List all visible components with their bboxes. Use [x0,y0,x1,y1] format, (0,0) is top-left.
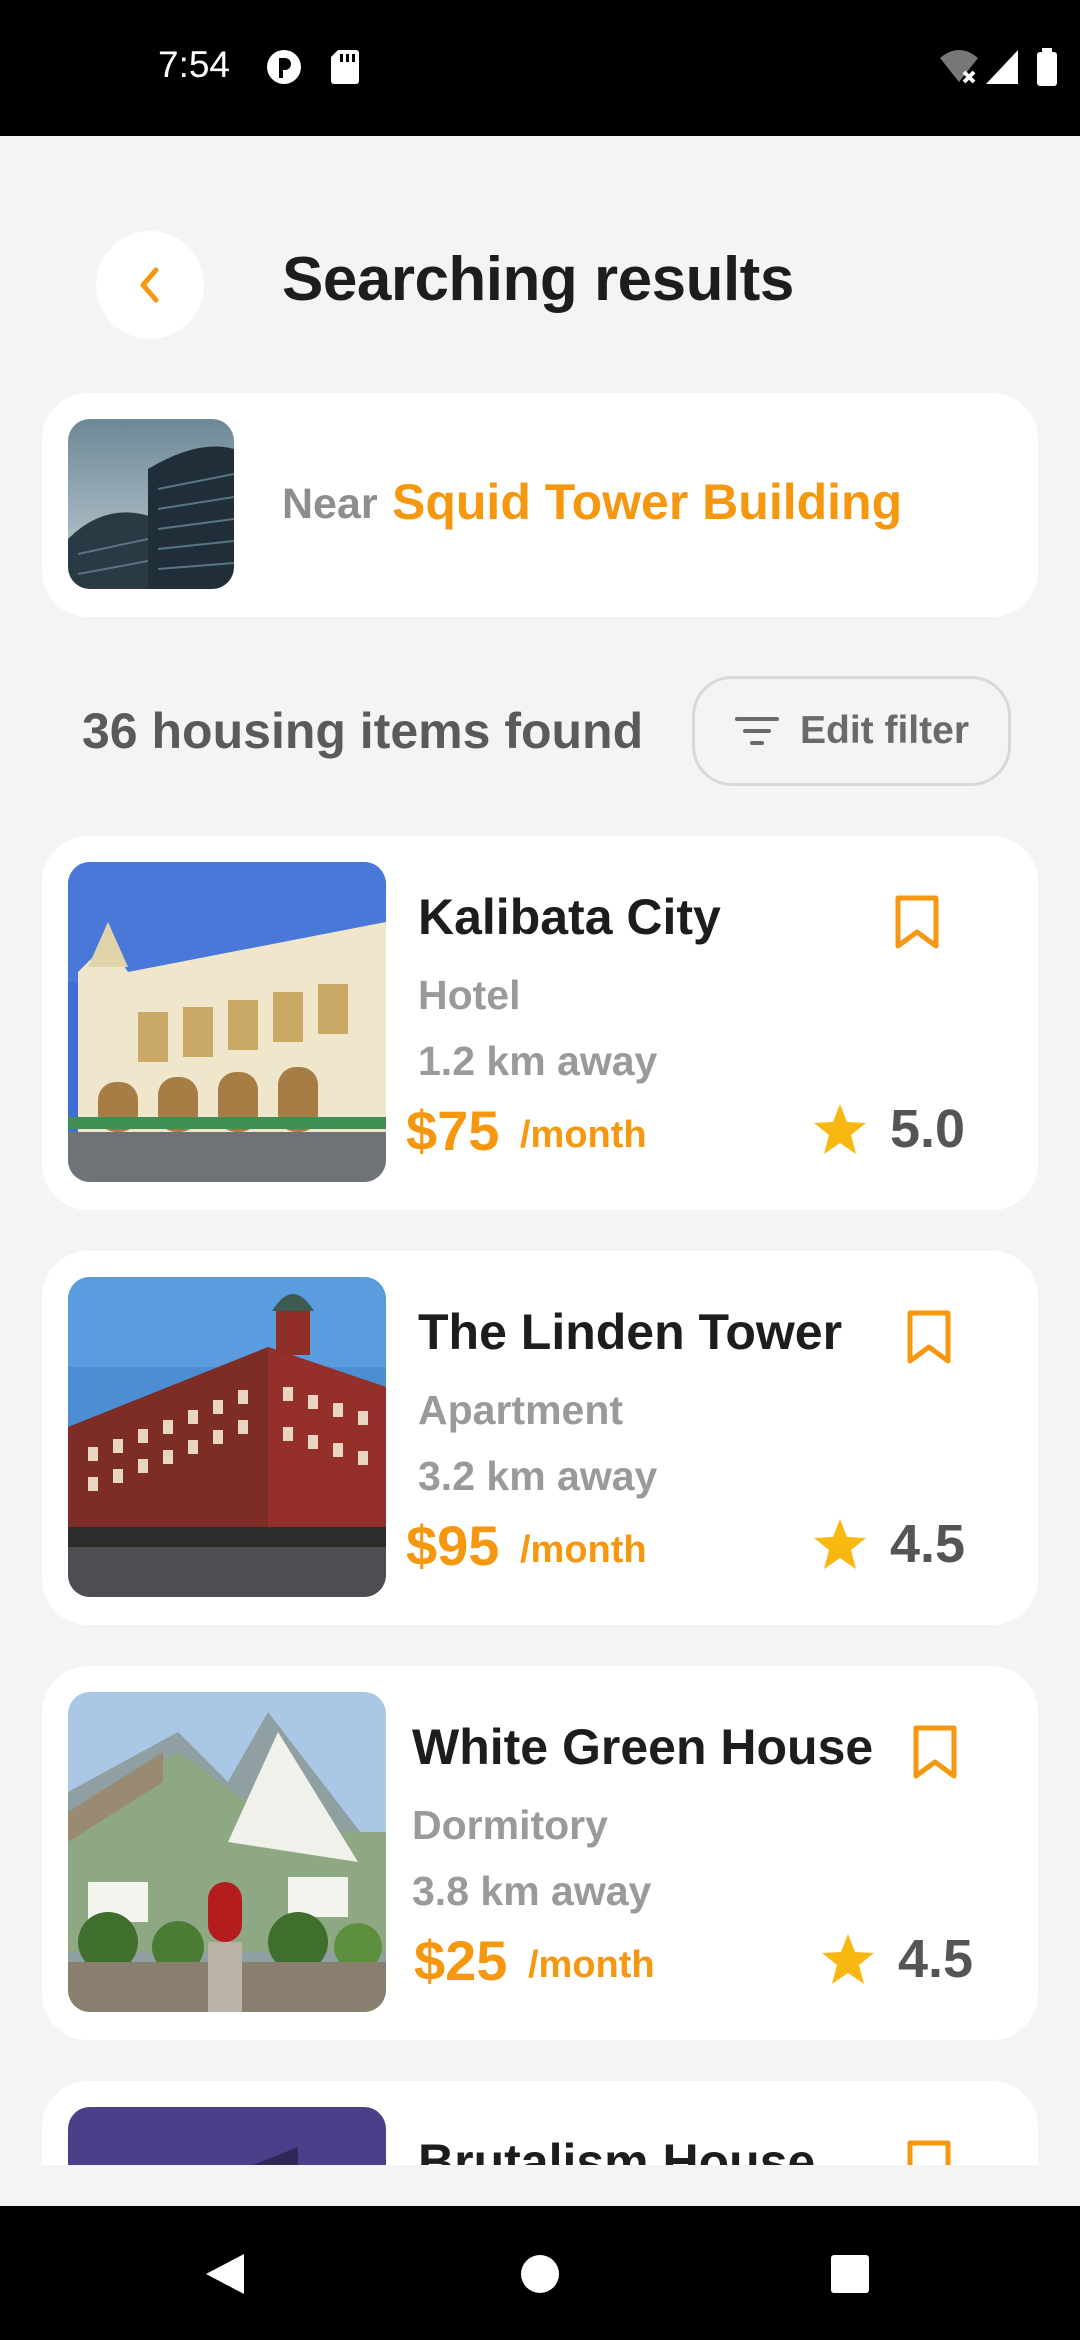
page-title: Searching results [282,245,794,314]
wifi-off-icon [940,50,978,84]
signal-icon [986,50,1018,84]
listing-list[interactable]: Kalibata City Hotel 1.2 km away $75 /mon… [0,830,1080,2165]
listing-price: $95 [406,1514,500,1577]
listing-card[interactable]: Brutalism House [42,2081,1038,2165]
listing-distance: 1.2 km away [418,1038,658,1084]
status-time: 7:54 [158,44,231,85]
listing-distance: 3.2 km away [418,1453,658,1499]
rating-value: 4.5 [890,1514,966,1574]
bookmark-icon[interactable] [892,894,942,950]
star-icon [814,1519,866,1569]
listing-name: Brutalism House [418,2134,816,2165]
nav-home-icon[interactable] [520,2254,560,2294]
bookmark-icon[interactable] [904,1309,954,1365]
rating: 4.5 [820,1928,973,1990]
nav-back-icon[interactable] [204,2252,246,2296]
back-button[interactable] [96,231,204,339]
location-card[interactable]: Near Squid Tower Building [42,393,1038,617]
edit-filter-button[interactable]: Edit filter [692,676,1011,786]
listing-period: /month [520,1529,647,1571]
star-icon [814,1104,866,1154]
nav-recents-icon[interactable] [830,2254,870,2294]
near-label: Near [282,480,378,528]
listing-period: /month [528,1944,655,1986]
listing-photo [68,1692,386,2012]
listing-name: The Linden Tower [418,1304,843,1360]
listing-period: /month [520,1114,647,1156]
listing-card[interactable]: White Green House Dormitory 3.8 km away … [42,1666,1038,2040]
listing-type: Apartment [418,1387,624,1433]
location-name: Squid Tower Building [392,474,903,530]
listing-card[interactable]: The Linden Tower Apartment 3.2 km away $… [42,1251,1038,1625]
listing-type: Hotel [418,972,521,1018]
listing-price: $25 [414,1929,508,1992]
listing-distance: 3.8 km away [412,1868,652,1914]
listing-name: Kalibata City [418,889,721,945]
listing-photo [68,2107,386,2165]
status-bar: 7:54 [0,0,1080,136]
listing-photo [68,1277,386,1597]
filter-lines-icon [734,717,779,745]
rating-value: 4.5 [898,1929,974,1989]
edit-filter-label: Edit filter [799,709,969,752]
bookmark-icon[interactable] [910,1724,960,1780]
chevron-left-icon [140,267,159,303]
battery-icon [1037,48,1057,86]
listing-type: Dormitory [412,1802,608,1848]
rating-value: 5.0 [890,1099,966,1159]
star-icon [822,1934,874,1984]
bookmark-icon[interactable] [904,2139,954,2165]
listing-price: $75 [406,1099,500,1162]
listing-name: White Green House [412,1719,874,1775]
listing-card[interactable]: Kalibata City Hotel 1.2 km away $75 /mon… [42,836,1038,1210]
vpn-status-icon [267,50,301,84]
results-count: 36 housing items found [82,703,644,759]
sd-card-icon [331,50,359,84]
listing-photo [68,862,386,1182]
navigation-bar [0,2206,1080,2340]
rating: 4.5 [812,1513,965,1575]
rating: 5.0 [812,1098,965,1160]
location-thumbnail [68,419,234,589]
